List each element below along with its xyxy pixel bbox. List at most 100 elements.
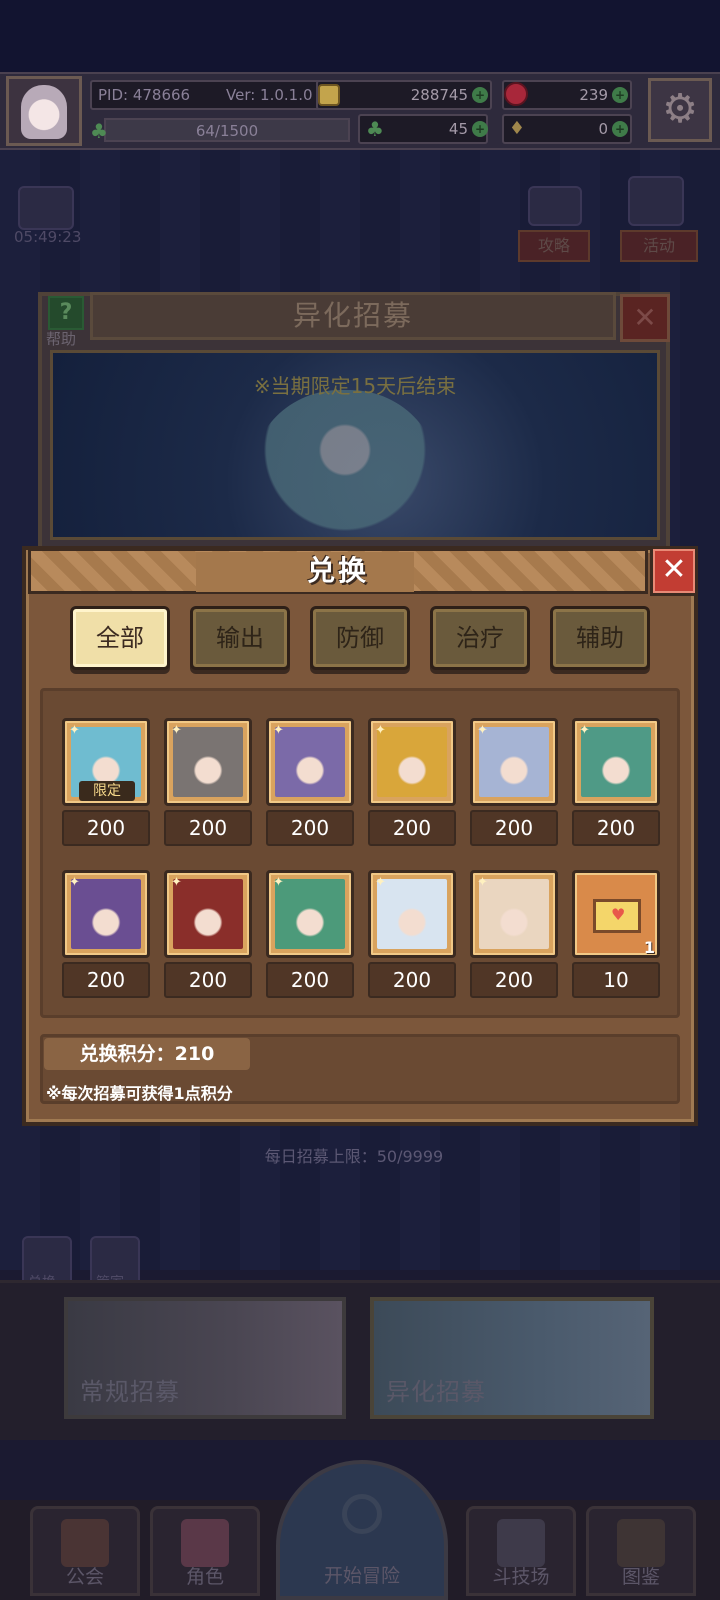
add-bag-icon[interactable]: + <box>612 121 628 137</box>
item-price: 200 <box>164 810 252 846</box>
character-portrait <box>479 879 549 949</box>
add-gold-icon[interactable]: + <box>472 87 488 103</box>
recruit-panel-title: 异化招募 <box>90 292 616 340</box>
character-portrait <box>71 879 141 949</box>
nav-adventure-label: 开始冒险 <box>323 1565 400 1587</box>
game-version: Ver: 1.0.1.0 <box>226 86 313 104</box>
star-icon: ✦ <box>477 723 488 738</box>
crossed-swords-icon <box>497 1519 545 1567</box>
exchange-item[interactable]: ✦ <box>368 718 456 806</box>
envelope-icon: ♥ <box>593 899 641 933</box>
normal-recruit-tab[interactable]: 常规招募 <box>64 1297 346 1419</box>
star-icon: ✦ <box>273 723 284 738</box>
exchange-item[interactable]: ✦ <box>470 870 558 958</box>
item-price: 200 <box>266 810 354 846</box>
exchange-title: 兑换 <box>306 554 369 587</box>
gold-coin-icon <box>318 84 340 106</box>
star-icon: ✦ <box>477 875 488 890</box>
recruit-close-icon[interactable]: ✕ <box>620 294 670 342</box>
normal-recruit-label: 常规招募 <box>80 1378 180 1406</box>
nav-guild[interactable]: 公会 <box>30 1506 140 1596</box>
exchange-item[interactable]: ♥ 1 <box>572 870 660 958</box>
player-id: PID: 478666 <box>98 86 191 104</box>
exchange-item[interactable]: ✦ <box>368 870 456 958</box>
exchange-item[interactable]: ✦ <box>572 718 660 806</box>
exchange-item[interactable]: ✦ <box>164 870 252 958</box>
exchange-item[interactable]: ✦ 限定 <box>62 718 150 806</box>
daily-recruit-limit: 每日招募上限：50/9999 <box>264 1147 444 1166</box>
character-portrait <box>173 727 243 797</box>
clover-amount: 45 <box>448 120 468 138</box>
star-icon: ✦ <box>273 875 284 890</box>
nav-codex-label: 图鉴 <box>621 1566 660 1588</box>
tab-healing[interactable]: 治疗 <box>430 606 530 670</box>
help-button[interactable]: ? 帮助 <box>40 296 90 348</box>
tab-all[interactable]: 全部 <box>70 606 170 670</box>
nav-arena-label: 斗技场 <box>492 1566 550 1588</box>
star-icon: ✦ <box>69 723 80 738</box>
tab-support[interactable]: 辅助 <box>550 606 650 670</box>
item-price: 200 <box>368 810 456 846</box>
player-avatar[interactable] <box>6 76 82 146</box>
add-gem-icon[interactable]: + <box>612 87 628 103</box>
nav-character[interactable]: 角色 <box>150 1506 260 1596</box>
special-recruit-label: 异化招募 <box>386 1378 486 1406</box>
star-icon: ✦ <box>171 723 182 738</box>
help-label: 帮助 <box>46 330 77 348</box>
character-portrait <box>581 727 651 797</box>
status-bar-area <box>0 0 720 72</box>
character-portrait <box>275 727 345 797</box>
guide-icon[interactable] <box>528 186 582 226</box>
close-icon: ✕ <box>661 552 687 587</box>
points-note: ※每次招募可获得1点积分 <box>46 1084 233 1103</box>
book-icon <box>617 1519 665 1567</box>
nav-codex[interactable]: 图鉴 <box>586 1506 696 1596</box>
event-button[interactable]: 活动 <box>620 230 698 262</box>
nav-arena[interactable]: 斗技场 <box>466 1506 576 1596</box>
exchange-close-button[interactable]: ✕ <box>650 546 698 596</box>
heart-icon: ♥ <box>611 905 626 924</box>
guild-icon <box>61 1519 109 1567</box>
character-portrait <box>377 879 447 949</box>
limited-badge: 限定 <box>79 781 135 801</box>
exchange-item[interactable]: ✦ <box>266 718 354 806</box>
gold-amount: 288745 <box>410 86 468 104</box>
item-price: 200 <box>62 810 150 846</box>
character-portrait <box>173 879 243 949</box>
magnifier-icon <box>342 1494 382 1534</box>
item-price: 200 <box>266 962 354 998</box>
exchange-item[interactable]: ✦ <box>470 718 558 806</box>
gem-amount: 239 <box>579 86 608 104</box>
bag-amount: 0 <box>598 120 608 138</box>
special-recruit-tab[interactable]: 异化招募 <box>370 1297 654 1419</box>
item-price: 200 <box>470 962 558 998</box>
character-portrait <box>275 879 345 949</box>
guide-button[interactable]: 攻略 <box>518 230 590 262</box>
balloon-icon[interactable] <box>628 176 684 226</box>
exchange-item[interactable]: ✦ <box>266 870 354 958</box>
character-icon <box>181 1519 229 1567</box>
exchange-item[interactable]: ✦ <box>164 718 252 806</box>
event-timer: 05:49:23 <box>14 228 82 246</box>
item-count: 1 <box>643 938 655 957</box>
clover-icon: ♣ <box>366 117 384 141</box>
settings-gear-icon[interactable]: ⚙ <box>648 78 712 142</box>
star-icon: ✦ <box>579 723 590 738</box>
help-question-icon: ? <box>48 296 84 330</box>
gem-icon <box>504 82 528 106</box>
tab-output[interactable]: 输出 <box>190 606 290 670</box>
gift-icon[interactable] <box>18 186 74 230</box>
avatar-face <box>21 85 67 139</box>
exchange-points: 兑换积分：210 <box>44 1038 250 1070</box>
limited-time-notice: ※当期限定15天后结束 <box>253 374 457 398</box>
star-icon: ✦ <box>171 875 182 890</box>
item-price: 200 <box>470 810 558 846</box>
nav-character-label: 角色 <box>185 1566 224 1588</box>
exchange-item[interactable]: ✦ <box>62 870 150 958</box>
add-clover-icon[interactable]: + <box>472 121 488 137</box>
star-icon: ✦ <box>375 875 386 890</box>
nav-guild-label: 公会 <box>65 1566 104 1588</box>
star-icon: ✦ <box>375 723 386 738</box>
character-portrait <box>377 727 447 797</box>
tab-defense[interactable]: 防御 <box>310 606 410 670</box>
